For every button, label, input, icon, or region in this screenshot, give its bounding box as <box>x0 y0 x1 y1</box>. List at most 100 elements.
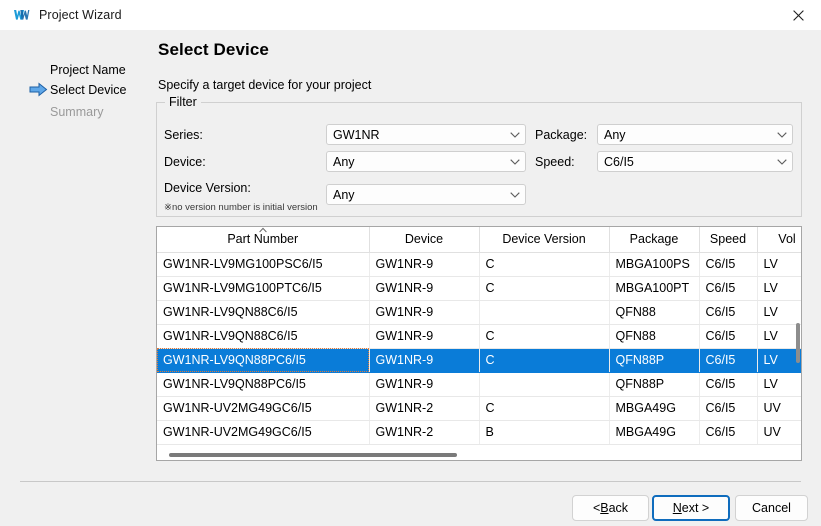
chevron-down-icon <box>505 152 525 171</box>
table-row-selected[interactable]: GW1NR-LV9QN88PC6/I5 GW1NR-9 C QFN88P C6/… <box>157 348 802 372</box>
cell-speed: C6/I5 <box>699 252 757 276</box>
cell-device: GW1NR-2 <box>369 396 479 420</box>
sidebar-item-label: Project Name <box>50 63 126 77</box>
cell-speed: C6/I5 <box>699 324 757 348</box>
device-version-label: Device Version: <box>164 181 251 195</box>
device-version-select[interactable]: Any <box>326 184 526 205</box>
column-header-label: Package <box>630 232 679 246</box>
cell-package: MBGA100PT <box>609 276 699 300</box>
cell-speed: C6/I5 <box>699 396 757 420</box>
table-row[interactable]: GW1NR-UV2MG49GC6/I5 GW1NR-2 C MBGA49G C6… <box>157 396 802 420</box>
footer-button-bar: < Back Next > Cancel <box>0 495 821 525</box>
series-select[interactable]: GW1NR <box>326 124 526 145</box>
sidebar-item-summary[interactable]: Summary <box>50 103 103 121</box>
cell-part-number: GW1NR-LV9MG100PTC6/I5 <box>157 276 369 300</box>
vertical-scrollbar-thumb[interactable] <box>796 323 800 363</box>
column-header-device[interactable]: Device <box>369 227 479 252</box>
sidebar-item-select-device[interactable]: Select Device <box>50 81 126 99</box>
cell-package: MBGA49G <box>609 420 699 444</box>
column-header-label: Vol <box>778 232 795 246</box>
table-row[interactable]: GW1NR-LV9QN88C6/I5 GW1NR-9 QFN88 C6/I5 L… <box>157 300 802 324</box>
sidebar-item-label: Summary <box>50 105 103 119</box>
cell-package: MBGA49G <box>609 396 699 420</box>
back-button-mnemonic: B <box>600 501 608 515</box>
sort-ascending-icon <box>259 227 267 233</box>
vertical-scrollbar[interactable] <box>795 226 802 461</box>
column-header-speed[interactable]: Speed <box>699 227 757 252</box>
cancel-button[interactable]: Cancel <box>735 495 808 521</box>
table-header-row: Part Number Device Device Version Packag… <box>157 227 802 252</box>
column-header-label: Device Version <box>502 232 585 246</box>
speed-select-value: C6/I5 <box>598 155 772 169</box>
device-label: Device: <box>164 155 206 169</box>
cell-speed: C6/I5 <box>699 348 757 372</box>
cell-package: QFN88 <box>609 324 699 348</box>
sidebar-item-project-name[interactable]: Project Name <box>50 61 126 79</box>
cell-part-number: GW1NR-LV9QN88PC6/I5 <box>157 372 369 396</box>
cell-device-version: C <box>479 324 609 348</box>
package-select[interactable]: Any <box>597 124 793 145</box>
horizontal-scrollbar[interactable] <box>158 450 794 461</box>
table-body: GW1NR-LV9MG100PSC6/I5 GW1NR-9 C MBGA100P… <box>157 252 802 444</box>
chevron-down-icon <box>505 125 525 144</box>
cell-part-number: GW1NR-UV2MG49GC6/I5 <box>157 420 369 444</box>
chevron-down-icon <box>772 125 792 144</box>
initial-version-note: ※no version number is initial version <box>164 202 318 213</box>
horizontal-scrollbar-thumb[interactable] <box>169 453 457 457</box>
column-header-part-number[interactable]: Part Number <box>157 227 369 252</box>
cell-speed: C6/I5 <box>699 300 757 324</box>
main-pane: Select Device Specify a target device fo… <box>150 30 821 471</box>
package-select-value: Any <box>598 128 772 142</box>
back-button-prefix: < <box>593 501 600 515</box>
next-button[interactable]: Next > <box>652 495 730 521</box>
cell-device: GW1NR-9 <box>369 252 479 276</box>
cell-device: GW1NR-9 <box>369 300 479 324</box>
next-button-mnemonic: N <box>673 501 682 515</box>
blue-right-arrow-icon <box>29 82 48 97</box>
table-row[interactable]: GW1NR-LV9MG100PSC6/I5 GW1NR-9 C MBGA100P… <box>157 252 802 276</box>
filter-groupbox-legend: Filter <box>165 95 201 109</box>
sidebar-item-label: Select Device <box>50 83 126 97</box>
cell-device-version <box>479 300 609 324</box>
cell-device-version <box>479 372 609 396</box>
cell-part-number: GW1NR-UV2MG49GC6/I5 <box>157 396 369 420</box>
table-row[interactable]: GW1NR-LV9MG100PTC6/I5 GW1NR-9 C MBGA100P… <box>157 276 802 300</box>
column-header-package[interactable]: Package <box>609 227 699 252</box>
chevron-down-icon <box>505 185 525 204</box>
cell-device: GW1NR-9 <box>369 324 479 348</box>
table-row[interactable]: GW1NR-LV9QN88C6/I5 GW1NR-9 C QFN88 C6/I5… <box>157 324 802 348</box>
cell-part-number: GW1NR-LV9MG100PSC6/I5 <box>157 252 369 276</box>
column-header-device-version[interactable]: Device Version <box>479 227 609 252</box>
title-bar: Project Wizard <box>0 0 821 30</box>
speed-select[interactable]: C6/I5 <box>597 151 793 172</box>
cell-part-number: GW1NR-LV9QN88PC6/I5 <box>157 348 369 372</box>
back-button[interactable]: < Back <box>572 495 649 521</box>
column-header-label: Device <box>405 232 443 246</box>
cell-part-number: GW1NR-LV9QN88C6/I5 <box>157 300 369 324</box>
cell-device: GW1NR-9 <box>369 348 479 372</box>
close-icon[interactable] <box>775 0 821 30</box>
cell-package: QFN88 <box>609 300 699 324</box>
cell-device-version: C <box>479 252 609 276</box>
cell-package: QFN88P <box>609 372 699 396</box>
speed-label: Speed: <box>535 155 575 169</box>
gowin-logo-icon <box>12 6 30 24</box>
cell-device: GW1NR-9 <box>369 372 479 396</box>
cell-device-version: C <box>479 276 609 300</box>
table-row[interactable]: GW1NR-UV2MG49GC6/I5 GW1NR-2 B MBGA49G C6… <box>157 420 802 444</box>
back-button-rest: ack <box>609 501 628 515</box>
cell-speed: C6/I5 <box>699 372 757 396</box>
cell-part-number: GW1NR-LV9QN88C6/I5 <box>157 324 369 348</box>
next-button-rest: ext > <box>682 501 709 515</box>
footer-divider <box>20 481 801 482</box>
series-select-value: GW1NR <box>327 128 505 142</box>
column-header-label: Speed <box>710 232 746 246</box>
chevron-down-icon <box>772 152 792 171</box>
cell-device-version: C <box>479 348 609 372</box>
device-select[interactable]: Any <box>326 151 526 172</box>
table-row[interactable]: GW1NR-LV9QN88PC6/I5 GW1NR-9 QFN88P C6/I5… <box>157 372 802 396</box>
cell-speed: C6/I5 <box>699 276 757 300</box>
cell-device: GW1NR-9 <box>369 276 479 300</box>
device-table[interactable]: Part Number Device Device Version Packag… <box>156 226 802 461</box>
device-select-value: Any <box>327 155 505 169</box>
